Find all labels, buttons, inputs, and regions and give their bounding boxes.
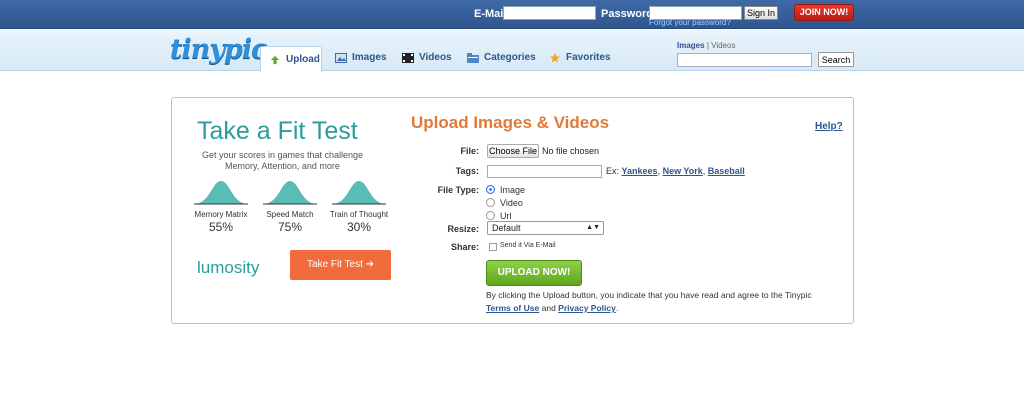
game-label: Train of Thought	[329, 210, 389, 219]
tinypic-logo[interactable]: tinypic	[170, 34, 268, 65]
resize-value: Default	[492, 223, 521, 233]
select-arrows-icon: ▲▼	[586, 224, 600, 231]
tab-label: Favorites	[566, 52, 611, 63]
tags-label: Tags:	[455, 166, 479, 176]
share-label: Share:	[450, 242, 479, 252]
examples-prefix: Ex:	[606, 166, 620, 176]
upload-now-button[interactable]: UPLOAD NOW!	[486, 260, 582, 286]
search-type-tabs: Images | Videos	[677, 41, 735, 50]
and-text: and	[541, 303, 556, 313]
film-icon	[402, 52, 414, 63]
images-icon	[335, 52, 347, 63]
top-bar: E-Mail: Password: Forgot your password? …	[0, 0, 1024, 29]
take-fit-test-button[interactable]: Take Fit Test ➔	[290, 250, 391, 280]
tab-label: Upload	[286, 54, 320, 65]
game-percent: 55%	[208, 220, 234, 234]
legal-notice: By clicking the Upload button, you indic…	[486, 289, 836, 315]
file-type-image-radio[interactable]	[486, 185, 495, 194]
search-tab-separator: |	[706, 41, 709, 50]
example-tag-link[interactable]: Yankees	[622, 166, 658, 176]
privacy-policy-link[interactable]: Privacy Policy	[558, 303, 616, 313]
header: tinypic Upload Images Videos Categories …	[0, 30, 1024, 72]
tag-examples: Ex: Yankees, New York, Baseball	[606, 166, 745, 176]
star-icon	[550, 52, 560, 63]
terms-of-use-link[interactable]: Terms of Use	[486, 303, 539, 313]
radio-label: Image	[500, 185, 526, 195]
upload-title: Upload Images & Videos	[411, 113, 610, 132]
file-label: File:	[460, 146, 479, 156]
lumosity-logo: lumosity	[197, 258, 260, 277]
tab-label: Images	[352, 52, 387, 63]
join-now-button[interactable]: JOIN NOW!	[794, 4, 854, 21]
file-type-video-radio[interactable]	[486, 198, 495, 207]
search-button[interactable]: Search	[818, 52, 854, 67]
search-tab-videos[interactable]: Videos	[711, 41, 735, 50]
tags-input[interactable]	[487, 165, 602, 178]
example-tag-link[interactable]: New York	[663, 166, 703, 176]
radio-label: Url	[500, 211, 512, 221]
legal-text: By clicking the Upload button, you indic…	[486, 290, 812, 300]
ad-title: Take a Fit Test	[197, 117, 358, 145]
resize-label: Resize:	[447, 224, 479, 234]
upload-arrow-icon	[270, 55, 280, 64]
resize-select[interactable]: Default ▲▼	[487, 221, 604, 235]
choose-file-button[interactable]: Choose File	[487, 144, 539, 158]
game-label: Speed Match	[266, 210, 314, 219]
tab-videos[interactable]: Videos	[402, 45, 452, 70]
game-percent: 75%	[277, 220, 303, 234]
file-type-label: File Type:	[437, 185, 479, 195]
email-field[interactable]	[503, 6, 596, 20]
tab-images[interactable]: Images	[335, 45, 386, 70]
ad-subtitle: Get your scores in games that challenge …	[201, 150, 364, 171]
forgot-password-link[interactable]: Forgot your password?	[649, 18, 731, 27]
bell-curve-icon	[263, 181, 317, 205]
tab-upload[interactable]: Upload	[260, 46, 322, 72]
tab-favorites[interactable]: Favorites	[549, 45, 610, 70]
file-type-url-radio[interactable]	[486, 211, 495, 220]
no-file-text: No file chosen	[542, 146, 600, 156]
tab-categories[interactable]: Categories	[467, 45, 536, 70]
search-tab-images[interactable]: Images	[677, 41, 705, 50]
tab-label: Videos	[419, 52, 452, 63]
example-tag-link[interactable]: Baseball	[708, 166, 745, 176]
game-label: Memory Matrix	[194, 210, 248, 219]
sign-in-button[interactable]: Sign In	[744, 6, 778, 20]
radio-label: Video	[500, 198, 523, 208]
search-input[interactable]	[677, 53, 812, 67]
tab-label: Categories	[484, 52, 536, 63]
period-text: .	[615, 303, 619, 313]
share-option-label: Send it Via E-Mail	[500, 242, 556, 249]
folder-icon	[467, 52, 479, 63]
help-link[interactable]: Help?	[815, 121, 843, 132]
lumosity-ad[interactable]: Take a Fit Test Get your scores in games…	[185, 112, 395, 292]
share-email-checkbox[interactable]	[489, 243, 497, 251]
bell-curve-icon	[194, 181, 248, 205]
